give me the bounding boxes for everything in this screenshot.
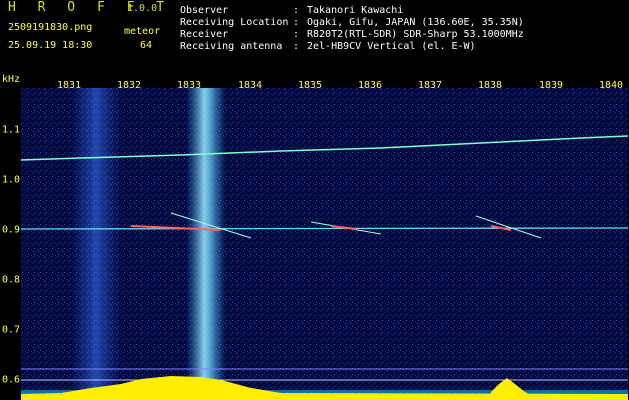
meteor-count: 64 [140,40,153,51]
y-tick-label: 0.7 [2,324,21,336]
category-label: meteor [124,26,161,37]
filename: 2509191830.png [8,22,93,33]
location-value: Ogaki, Gifu, JAPAN (136.60E, 35.35N) [307,17,524,28]
y-axis-unit: kHz [2,74,21,85]
location-key: Receiving Location [180,17,289,28]
spectrogram-plot [21,88,628,400]
header-panel: H R O F F T 1.0.0 2509191830.png 25.09.1… [0,0,629,72]
colon: : [293,17,300,28]
antenna-value: 2el-HB9CV Vertical (el. E-W) [307,41,476,52]
y-tick-label: 0.8 [2,274,21,286]
y-tick-label: 1.0 [2,174,21,186]
y-tick-label: 0.9 [2,224,21,236]
y-tick-label: 0.6 [2,374,21,386]
colon: : [293,41,300,52]
receiver-value: R820T2(RTL-SDR) SDR-Sharp 53.1000MHz [307,29,524,40]
interference-band [186,88,226,400]
observer-key: Observer [180,5,229,16]
timestamp: 25.09.19 18:30 [8,40,93,51]
colon: : [293,5,300,16]
interference-band [71,88,121,400]
spectrogram-canvas [21,88,628,400]
colon: : [293,29,300,40]
app-version: 1.0.0 [127,3,158,14]
antenna-key: Receiving antenna [180,41,283,52]
y-tick-label: 1.1 [2,124,21,136]
receiver-key: Receiver [180,29,229,40]
observer-value: Takanori Kawachi [307,5,404,16]
